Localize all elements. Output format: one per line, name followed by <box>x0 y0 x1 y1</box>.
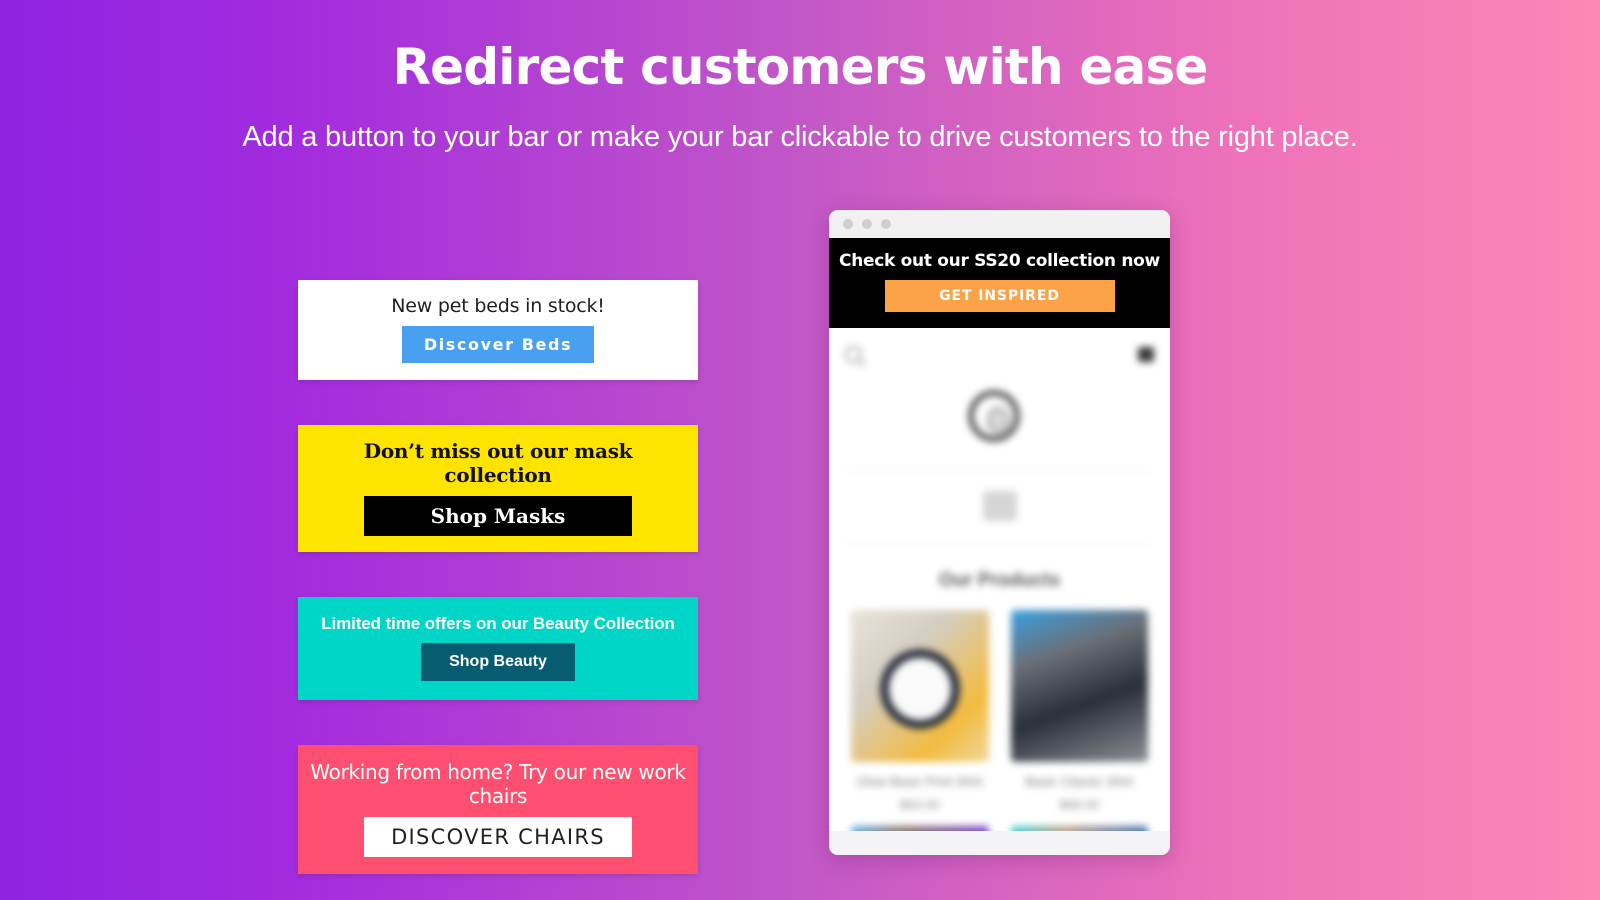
bar-sample-beauty-collection[interactable]: Limited time offers on our Beauty Collec… <box>298 597 698 700</box>
discover-chairs-button[interactable]: DISCOVER CHAIRS <box>364 817 632 857</box>
hamburger-menu-icon[interactable] <box>982 491 1017 521</box>
hero-header: Redirect customers with ease Add a butto… <box>0 0 1600 157</box>
product-price: $68.00 <box>1059 797 1100 812</box>
window-close-icon[interactable] <box>843 219 853 229</box>
search-icon[interactable] <box>845 345 862 363</box>
bar-message: Don’t miss out our mask collection <box>363 439 633 487</box>
bar-sample-pet-beds[interactable]: New pet beds in stock! Discover Beds <box>298 280 698 380</box>
product-price: $63.00 <box>899 797 940 812</box>
bar-message: Working from home? Try our new work chai… <box>310 760 686 808</box>
shop-masks-button[interactable]: Shop Masks <box>364 496 632 536</box>
product-name: Glow Basic Print Shirt <box>856 774 983 789</box>
products-section-title: Our Products <box>938 570 1061 591</box>
divider <box>847 543 1152 544</box>
storefront-topbar <box>829 328 1170 368</box>
bar-samples-list: New pet beds in stock! Discover Beds Don… <box>298 280 698 874</box>
discover-beds-button[interactable]: Discover Beds <box>401 326 595 363</box>
browser-mockup: Check out our SS20 collection now GET IN… <box>829 210 1170 855</box>
product-image <box>1010 610 1148 762</box>
shop-beauty-button[interactable]: Shop Beauty <box>421 643 575 681</box>
browser-titlebar <box>829 210 1170 238</box>
window-minimize-icon[interactable] <box>862 219 872 229</box>
get-inspired-button[interactable]: GET INSPIRED <box>884 280 1115 312</box>
window-maximize-icon[interactable] <box>881 219 891 229</box>
cart-icon[interactable] <box>1138 346 1154 362</box>
page-title: Redirect customers with ease <box>392 38 1208 96</box>
storefront-preview: Our Products Glow Basic Print Shirt $63.… <box>829 328 1170 849</box>
product-image <box>851 610 989 762</box>
bar-message: Limited time offers on our Beauty Collec… <box>321 614 675 633</box>
store-logo <box>829 390 1170 442</box>
page-subtitle: Add a button to your bar or make your ba… <box>242 121 1358 153</box>
content-stage: New pet beds in stock! Discover Beds Don… <box>0 185 1600 900</box>
divider <box>847 470 1152 471</box>
product-card[interactable]: Basic Classic Shirt $68.00 <box>1010 610 1148 812</box>
bar-sample-mask-collection[interactable]: Don’t miss out our mask collection Shop … <box>298 425 698 552</box>
product-grid: Glow Basic Print Shirt $63.00 Basic Clas… <box>829 592 1170 849</box>
announcement-bar[interactable]: Check out our SS20 collection now GET IN… <box>829 238 1170 328</box>
product-card[interactable]: Glow Basic Print Shirt $63.00 <box>851 610 989 812</box>
product-name: Basic Classic Shirt <box>1025 774 1134 789</box>
bar-message: New pet beds in stock! <box>391 295 605 317</box>
announcement-message: Check out our SS20 collection now <box>839 251 1160 271</box>
storefront-viewport: Our Products Glow Basic Print Shirt $63.… <box>829 328 1170 849</box>
storefront-footer <box>829 831 1170 855</box>
logo-mark-icon <box>968 390 1020 442</box>
bar-sample-work-chairs[interactable]: Working from home? Try our new work chai… <box>298 745 698 874</box>
